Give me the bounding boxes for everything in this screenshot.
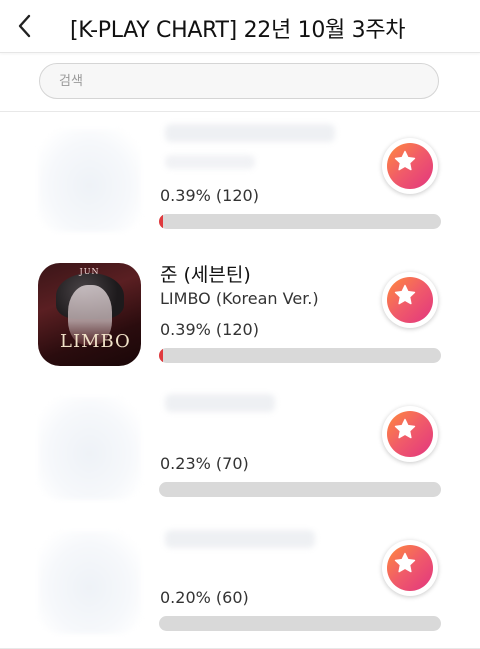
star-icon [394, 418, 416, 439]
artist-name-obscured [165, 124, 335, 142]
song-title-obscured [165, 155, 255, 169]
song-title: LIMBO (Korean Ver.) [160, 289, 319, 308]
vote-button[interactable] [382, 540, 438, 596]
album-cover: JUN LIMBO [38, 263, 141, 366]
album-cover [38, 531, 141, 634]
chart-list-item[interactable]: JUN LIMBO 준 (세븐틴) LIMBO (Korean Ver.) 0.… [0, 246, 480, 381]
progress-bar [159, 214, 441, 229]
progress-fill [159, 348, 163, 363]
vote-percentage: 0.39% (120) [160, 320, 259, 339]
vote-percentage: 0.39% (120) [160, 186, 259, 205]
artist-name: 준 (세븐틴) [160, 264, 251, 286]
page-title: [K-PLAY CHART] 22년 10월 3주차 [70, 18, 406, 43]
progress-bar [159, 482, 441, 497]
cover-title: LIMBO [60, 331, 131, 352]
star-icon [394, 284, 416, 305]
cover-lettering: JUN [79, 267, 100, 276]
artist-name-obscured [165, 394, 275, 412]
vote-percentage: 0.20% (60) [160, 588, 249, 607]
vote-button[interactable] [382, 272, 438, 328]
star-icon [394, 552, 416, 573]
back-button[interactable] [12, 10, 42, 42]
search-input[interactable] [39, 63, 439, 99]
progress-bar [159, 616, 441, 631]
star-icon [394, 150, 416, 171]
vote-percentage: 0.23% (70) [160, 454, 249, 473]
chart-list-item[interactable]: 0.20% (60) [0, 514, 480, 649]
progress-bar [159, 348, 441, 363]
progress-fill [159, 214, 163, 229]
vote-button[interactable] [382, 406, 438, 462]
chart-list-item[interactable]: 0.39% (120) [0, 112, 480, 247]
chart-list-item[interactable]: 0.23% (70) [0, 380, 480, 515]
app-header: [K-PLAY CHART] 22년 10월 3주차 [0, 0, 480, 53]
artist-name-obscured [165, 530, 315, 548]
album-cover [38, 129, 141, 232]
chevron-left-icon [18, 14, 31, 38]
vote-button[interactable] [382, 138, 438, 194]
album-cover [38, 397, 141, 500]
